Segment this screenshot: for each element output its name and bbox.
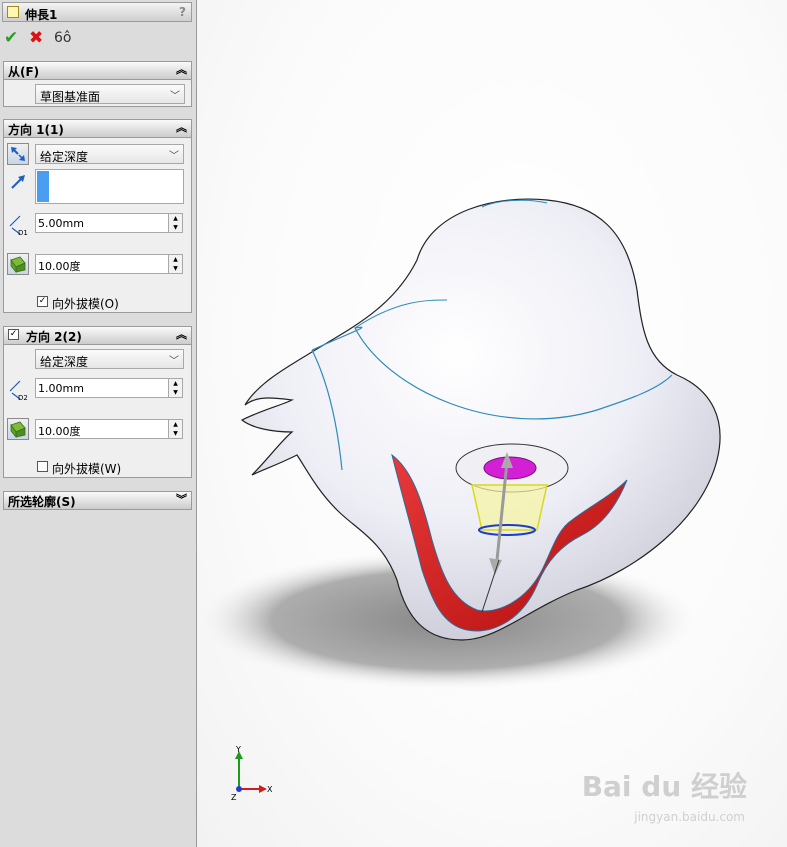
spinner-buttons: ▲ ▼ (168, 214, 182, 232)
feature-title: 伸長1 (25, 8, 58, 22)
chevron-down-icon: ﹀ (169, 356, 179, 367)
direction-vector-icon (11, 175, 25, 189)
selected-contours-title: 所选轮廓(S) (8, 495, 76, 509)
from-select-value: 草图基准面 (40, 90, 101, 104)
from-select[interactable]: 草图基准面 ﹀ (35, 84, 185, 104)
extrude-preview (471, 484, 548, 531)
extrude-feature-icon (7, 6, 19, 18)
model-canvas (197, 198, 721, 690)
checkbox-box (37, 461, 48, 472)
direction2-title: 方向 2(2) (26, 330, 82, 344)
from-group: 从(F) ︽ 草图基准面 ﹀ (3, 61, 192, 107)
direction2-draft-angle-value: 10.00度 (38, 425, 81, 438)
axis-z-label: Z (231, 793, 237, 802)
spinner-buttons: ▲ ▼ (168, 379, 182, 397)
draft-toggle-button[interactable] (7, 418, 29, 440)
spinner-buttons: ▲ ▼ (168, 255, 182, 273)
direction1-end-condition-value: 给定深度 (40, 150, 89, 164)
watermark-url: jingyan.baidu.com (634, 810, 745, 824)
direction1-depth-value: 5.00mm (38, 217, 84, 230)
direction2-depth-value: 1.00mm (38, 382, 84, 395)
from-group-title: 从(F) (8, 65, 40, 79)
help-icon[interactable]: ? (179, 5, 186, 19)
watermark-logo: Bai du 经验 (581, 770, 747, 803)
draft-toggle-button[interactable] (7, 253, 29, 275)
direction1-draft-angle-input[interactable]: 10.00度 ▲ ▼ (35, 254, 183, 274)
direction2-enable-checkbox[interactable]: ✓ (8, 329, 19, 340)
direction2-draft-angle-input[interactable]: 10.00度 ▲ ▼ (35, 419, 183, 439)
direction1-depth-input[interactable]: 5.00mm ▲ ▼ (35, 213, 183, 233)
detailed-preview-button[interactable]: 6ô (54, 28, 71, 48)
expand-chevron-icon[interactable]: ︾ (176, 492, 187, 508)
spinner-buttons: ▲ ▼ (168, 420, 182, 438)
spinner-down-icon[interactable]: ▼ (169, 223, 182, 232)
draft-icon (10, 256, 26, 274)
direction1-group-header[interactable]: 方向 1(1) ︽ (4, 120, 191, 138)
svg-text:D2: D2 (18, 394, 28, 401)
depth-dimension-icon: D1 (9, 215, 28, 236)
property-manager: 伸長1 ? ✔ ✖ 6ô 从(F) ︽ 草图基准面 ﹀ 方向 1(1) ︽ 给定… (0, 0, 197, 847)
direction2-end-condition-select[interactable]: 给定深度 ﹀ (35, 349, 184, 369)
direction2-depth-input[interactable]: 1.00mm ▲ ▼ (35, 378, 183, 398)
spinner-down-icon[interactable]: ▼ (169, 429, 182, 438)
direction2-group-header[interactable]: ✓ 方向 2(2) ︽ (4, 327, 191, 345)
direction1-draft-angle-value: 10.00度 (38, 260, 81, 273)
chevron-down-icon: ﹀ (169, 151, 179, 162)
draft-icon (10, 421, 26, 439)
depth-dimension-icon: D2 (9, 380, 28, 401)
spinner-down-icon[interactable]: ▼ (169, 388, 182, 397)
selected-contours-header[interactable]: 所选轮廓(S) ︾ (4, 492, 191, 509)
spinner-down-icon[interactable]: ▼ (169, 264, 182, 273)
selected-contours-group: 所选轮廓(S) ︾ (3, 491, 192, 510)
svg-text:D1: D1 (18, 229, 28, 236)
collapse-chevron-icon[interactable]: ︽ (176, 62, 187, 78)
direction-entity-selection-box[interactable] (35, 169, 184, 204)
ok-button[interactable]: ✔ (4, 28, 18, 48)
direction2-end-condition-value: 给定深度 (40, 355, 89, 369)
collapse-chevron-icon[interactable]: ︽ (176, 120, 187, 136)
action-bar: ✔ ✖ 6ô (4, 28, 94, 50)
selection-highlight (37, 171, 49, 202)
reverse-direction-icon (11, 147, 25, 161)
direction2-draft-outward-label: 向外拔模(W) (52, 462, 122, 476)
collapse-chevron-icon[interactable]: ︽ (176, 327, 187, 343)
cancel-button[interactable]: ✖ (29, 28, 43, 48)
direction1-draft-outward-label: 向外拔模(O) (52, 297, 119, 311)
direction2-draft-outward-checkbox[interactable]: 向外拔模(W) (37, 460, 177, 476)
graphics-viewport[interactable]: Y X Z Bai du 经验 jingyan.baidu.com (197, 0, 787, 847)
direction1-end-condition-select[interactable]: 给定深度 ﹀ (35, 144, 184, 164)
chevron-down-icon: ﹀ (170, 91, 180, 102)
axis-y-label: Y (236, 745, 241, 754)
reverse-direction-button[interactable] (7, 143, 29, 165)
feature-titlebar: 伸長1 ? (2, 2, 192, 22)
from-group-header[interactable]: 从(F) ︽ (4, 62, 191, 80)
direction1-draft-outward-checkbox[interactable]: ✓ 向外拔模(O) (37, 295, 177, 311)
direction1-title: 方向 1(1) (8, 123, 64, 137)
checkbox-box: ✓ (37, 296, 48, 307)
coordinate-triad: Y X Z (227, 745, 277, 805)
axis-x-label: X (267, 785, 273, 794)
